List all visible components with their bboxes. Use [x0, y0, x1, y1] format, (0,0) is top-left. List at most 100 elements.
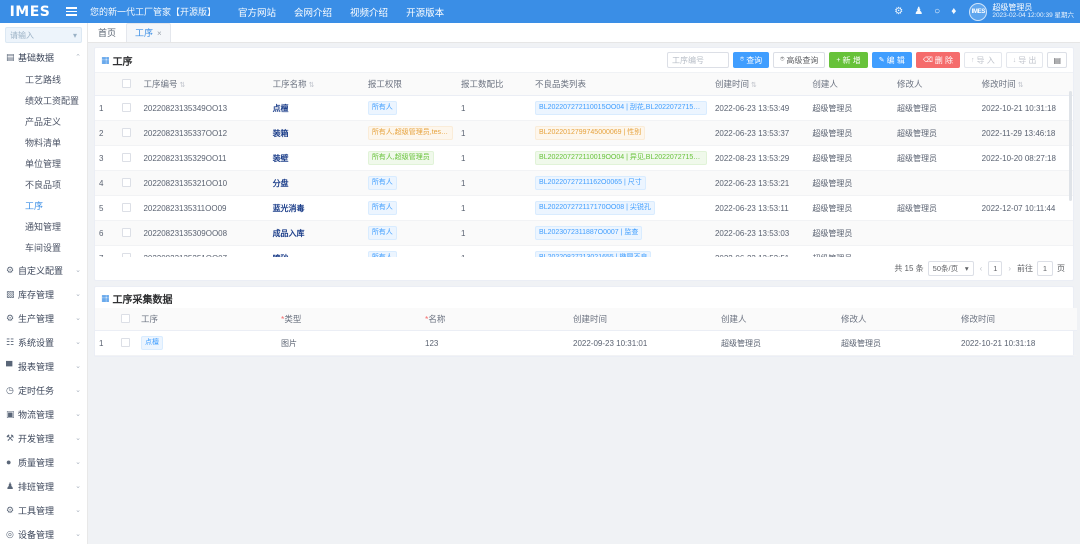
cell-process-name[interactable]: 喷砂 — [269, 246, 364, 258]
sidebar-group-4[interactable]: ☷系统设置⌄ — [0, 330, 87, 354]
row-checkbox[interactable] — [122, 228, 131, 237]
row-checkbox[interactable] — [122, 203, 131, 212]
cell-checkbox[interactable] — [118, 196, 139, 221]
th-modifier: 修改人 — [893, 73, 978, 96]
th-modified-time[interactable]: 修改时间⇅ — [978, 73, 1073, 96]
user-box[interactable]: IMES 超级管理员 2023-02-04 12:00:39 星期六 — [969, 3, 1074, 21]
cell-defect-list: BL2022012799745000069 | 性别 — [531, 121, 711, 146]
cell-process-name[interactable]: 蓝光消毒 — [269, 196, 364, 221]
sidebar-group-9[interactable]: ●质量管理⌄ — [0, 450, 87, 474]
toolbar-button-2[interactable]: +新 增 — [829, 52, 867, 68]
row-checkbox[interactable] — [122, 103, 131, 112]
cell-checkbox[interactable] — [118, 96, 139, 121]
sidebar-item-6[interactable]: 工序 — [0, 195, 87, 216]
table-row[interactable]: 1点檀图片1232022-09-23 10:31:01超级管理员超级管理员202… — [95, 331, 1077, 356]
app-logo[interactable]: IMES — [0, 4, 60, 20]
th-select-all[interactable] — [118, 73, 139, 96]
cell-process-code: 20220823135311OO09 — [139, 196, 268, 221]
row-checkbox[interactable] — [121, 338, 130, 347]
sidebar-group-0[interactable]: ▤基础数据⌃ — [0, 45, 87, 69]
menu-search-input[interactable]: 请输入 ▾ — [5, 27, 82, 43]
nav-item-platform-intro[interactable]: 会网介绍 — [294, 5, 332, 19]
sidebar-item-8[interactable]: 车间设置 — [0, 237, 87, 258]
cell-checkbox[interactable] — [118, 171, 139, 196]
cell-checkbox[interactable] — [118, 146, 139, 171]
th2-select-all[interactable] — [117, 308, 137, 331]
cell-checkbox[interactable] — [117, 331, 137, 356]
refresh-icon[interactable]: ○ — [934, 7, 940, 17]
sidebar-group-6[interactable]: ◷定时任务⌄ — [0, 378, 87, 402]
next-page-button[interactable]: › — [1006, 264, 1013, 273]
table-row[interactable]: 220220823135337OO12装箱所有人,超级管理员,test123,现… — [95, 121, 1073, 146]
toolbar-button-1[interactable]: ⌾高级查询 — [773, 52, 825, 68]
table-row[interactable]: 120220823135349OO13点檀所有人1BL2022072721100… — [95, 96, 1073, 121]
close-icon[interactable]: × — [157, 29, 162, 38]
cell-checkbox[interactable] — [118, 121, 139, 146]
th-process-code[interactable]: 工序编号⇅ — [139, 73, 268, 96]
table-row[interactable]: 520220823135311OO09蓝光消毒所有人1BL20220727211… — [95, 196, 1073, 221]
sidebar-group-1[interactable]: ⚙自定义配置⌄ — [0, 258, 87, 282]
cell-process-name[interactable]: 点檀 — [269, 96, 364, 121]
cell-checkbox[interactable] — [118, 246, 139, 258]
sidebar-group-10[interactable]: ♟排班管理⌄ — [0, 474, 87, 498]
button-label: 新 增 — [842, 55, 860, 66]
grid-settings-icon: ▤ — [1053, 56, 1061, 65]
sidebar-group-3[interactable]: ⚙生产管理⌄ — [0, 306, 87, 330]
table-row[interactable]: 320220823135329OO11装壁所有人,超级管理员1BL2022072… — [95, 146, 1073, 171]
toolbar-button-6[interactable]: ↓导 出 — [1006, 52, 1044, 68]
collect-panel-title: ▦ 工序采集数据 — [101, 291, 173, 306]
th-process-name[interactable]: 工序名称⇅ — [269, 73, 364, 96]
nav-item-opensource[interactable]: 开源版本 — [406, 5, 444, 19]
process-table-scroll[interactable]: 工序编号⇅ 工序名称⇅ 报工权限 报工数配比 不良品类列表 创建时间⇅ 创建人 … — [95, 73, 1073, 257]
row-checkbox[interactable] — [122, 128, 131, 137]
toolbar-button-5[interactable]: ↑导 入 — [964, 52, 1002, 68]
column-settings-button[interactable]: ▤ — [1047, 52, 1067, 68]
tab-0[interactable]: 首页 — [90, 24, 124, 42]
sidebar-item-0[interactable]: 工艺路线 — [0, 69, 87, 90]
sidebar-group-12[interactable]: ◎设备管理⌄ — [0, 522, 87, 544]
sidebar-item-4[interactable]: 单位管理 — [0, 153, 87, 174]
table-row[interactable]: 620220823135309OO08成品入库所有人1BL20230723118… — [95, 221, 1073, 246]
user-icon[interactable]: ♟ — [914, 7, 923, 17]
th-created-time[interactable]: 创建时间⇅ — [711, 73, 808, 96]
row-checkbox[interactable] — [122, 253, 131, 258]
cell-process-name[interactable]: 成品入库 — [269, 221, 364, 246]
jump-page-input[interactable]: 1 — [1037, 261, 1053, 276]
sidebar-item-7[interactable]: 通知管理 — [0, 216, 87, 237]
select-all-checkbox[interactable] — [122, 79, 131, 88]
sidebar-group-5[interactable]: ▀报表管理⌄ — [0, 354, 87, 378]
prev-page-button[interactable]: ‹ — [978, 264, 985, 273]
nav-item-official-site[interactable]: 官方网站 — [238, 5, 276, 19]
vertical-scrollbar[interactable] — [1069, 91, 1072, 201]
hamburger-icon[interactable] — [60, 7, 82, 16]
tab-1[interactable]: 工序× — [126, 23, 171, 42]
select-all-checkbox[interactable] — [121, 314, 130, 323]
row-checkbox[interactable] — [122, 153, 131, 162]
sidebar-group-8[interactable]: ⚒开发管理⌄ — [0, 426, 87, 450]
toolbar-button-3[interactable]: ✎编 辑 — [872, 52, 912, 68]
bell-icon[interactable]: ♦ — [951, 7, 956, 17]
cell-process-name[interactable]: 分盘 — [269, 171, 364, 196]
sidebar-item-5[interactable]: 不良品项 — [0, 174, 87, 195]
sidebar-item-1[interactable]: 绩效工资配置 — [0, 90, 87, 111]
sidebar-group-11[interactable]: ⚙工具管理⌄ — [0, 498, 87, 522]
sidebar-item-2[interactable]: 产品定义 — [0, 111, 87, 132]
page-size-select[interactable]: 50条/页 ▾ — [928, 261, 974, 276]
toolbar-button-4[interactable]: ⌫删 除 — [916, 52, 960, 68]
page-number-1[interactable]: 1 — [988, 261, 1002, 276]
table-row[interactable]: 720220823135251OO07喷砂所有人1BL2022082721302… — [95, 246, 1073, 258]
process-code-search-input[interactable]: 工序编号 — [667, 52, 729, 68]
toolbar-button-0[interactable]: ⌾查询 — [733, 52, 769, 68]
cell-process-code: 20220823135251OO07 — [139, 246, 268, 258]
sidebar-item-3[interactable]: 物料清单 — [0, 132, 87, 153]
nav-item-video-intro[interactable]: 视频介绍 — [350, 5, 388, 19]
table-row[interactable]: 420220823135321OO10分盘所有人1BL2022072721116… — [95, 171, 1073, 196]
cell-process-name[interactable]: 装箱 — [269, 121, 364, 146]
row-checkbox[interactable] — [122, 178, 131, 187]
cell-process-name[interactable]: 装壁 — [269, 146, 364, 171]
sidebar-group-2[interactable]: ▧库存管理⌄ — [0, 282, 87, 306]
sidebar-group-7[interactable]: ▣物流管理⌄ — [0, 402, 87, 426]
gear-icon[interactable]: ⚙ — [894, 7, 903, 17]
cell-checkbox[interactable] — [118, 221, 139, 246]
brand-slogan: 您的新一代工厂管家【开源版】 — [90, 5, 216, 18]
